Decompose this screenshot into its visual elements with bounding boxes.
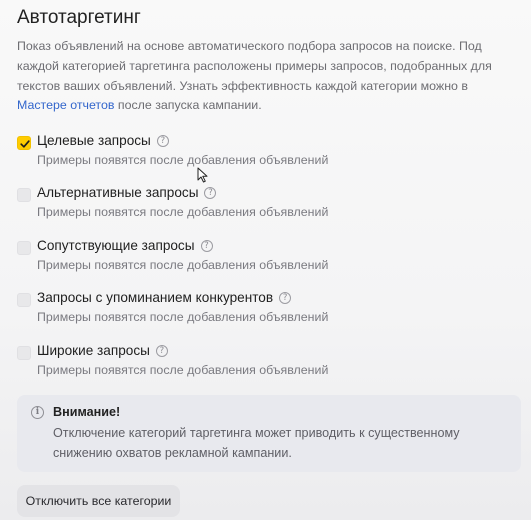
category-hint: Примеры появятся после добавления объявл… [37,153,329,167]
warning-title: Внимание! [53,405,121,419]
warning-text: Отключение категорий таргетинга может пр… [53,426,460,460]
info-icon: i [31,406,44,419]
description-text: Показ объявлений на основе автоматическо… [17,39,492,93]
checkbox-alternative-queries[interactable] [17,188,31,202]
help-icon[interactable]: ? [204,186,217,199]
checkbox-competitor-queries[interactable] [17,293,31,307]
category-hint: Примеры появятся после добавления объявл… [37,258,329,272]
checkbox-broad-queries[interactable] [17,346,31,360]
section-description: Показ объявлений на основе автоматическо… [17,37,517,116]
category-label: Сопутствующие запросы [37,238,195,253]
checkbox-target-queries[interactable] [17,136,31,150]
category-hint: Примеры появятся после добавления объявл… [37,363,329,377]
help-icon[interactable]: ? [279,291,292,304]
report-master-link[interactable]: Мастере отчетов [17,98,114,112]
category-label: Альтернативные запросы [37,185,199,200]
help-icon[interactable]: ? [156,134,169,147]
mouse-cursor-icon [197,167,208,183]
help-icon[interactable]: ? [155,344,168,357]
category-label: Целевые запросы [37,133,151,148]
section-title: Автотаргетинг [17,7,141,28]
help-icon[interactable]: ? [200,239,213,252]
checkbox-related-queries[interactable] [17,241,31,255]
warning-notice: i Внимание! Отключение категорий таргети… [17,395,521,472]
category-label: Широкие запросы [37,343,150,358]
description-tail: после запуска кампании. [114,98,262,113]
category-hint: Примеры появятся после добавления объявл… [37,310,329,324]
category-label: Запросы с упоминанием конкурентов [37,290,274,305]
disable-all-categories-button[interactable]: Отключить все категории [17,485,180,517]
category-hint: Примеры появятся после добавления объявл… [37,205,329,219]
checkmark-icon [20,140,30,148]
